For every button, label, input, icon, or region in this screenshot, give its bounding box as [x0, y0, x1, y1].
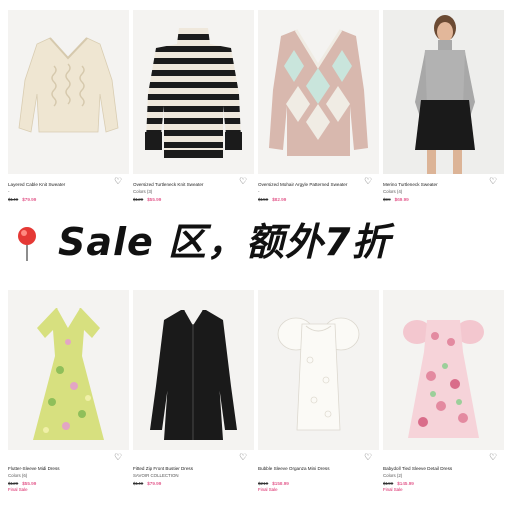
product-price: $159 $82.99	[258, 197, 379, 202]
product-price: $149 $79.99	[133, 481, 254, 486]
original-price: $159	[258, 196, 269, 202]
heart-icon[interactable]: ♡	[113, 452, 123, 462]
product-name[interactable]: Babydoll Tied Sleeve Detail Dress	[383, 466, 504, 471]
product-card[interactable]: ♡ Merino Turtleneck Sweater Colors (4) $…	[383, 10, 504, 202]
heart-icon[interactable]: ♡	[238, 176, 248, 186]
original-price: $129	[8, 480, 19, 486]
sale-price: $79.99	[22, 196, 37, 202]
original-price: $149	[8, 196, 19, 202]
product-card[interactable]: ♡ Layered Cable Knit Sweater - $149 $79.9…	[8, 10, 129, 202]
sale-price: $55.99	[147, 196, 162, 202]
sale-price: $69.99	[394, 196, 409, 202]
product-card[interactable]: ♡ Flutter-Sleeve Midi Dress Colors (6) $…	[8, 290, 129, 492]
product-price: $129 $55.99	[133, 197, 254, 202]
product-subtitle: Colors (2)	[383, 472, 403, 478]
product-image[interactable]	[383, 10, 504, 174]
heart-icon[interactable]: ♡	[363, 452, 373, 462]
product-image[interactable]	[383, 290, 504, 450]
product-image[interactable]	[133, 10, 254, 174]
heart-icon[interactable]: ♡	[488, 176, 498, 186]
product-image[interactable]	[258, 10, 379, 174]
heart-icon[interactable]: ♡	[363, 176, 373, 186]
original-price: $99	[383, 196, 391, 202]
product-subtitle: Colors (4)	[383, 188, 403, 194]
product-grid-bottom: ♡ Flutter-Sleeve Midi Dress Colors (6) $…	[8, 290, 504, 492]
original-price: $219	[258, 480, 269, 486]
product-price: $219 $158.99	[258, 481, 379, 486]
sale-price: $82.99	[272, 196, 287, 202]
product-name[interactable]: Oversized Turtleneck Knit Sweater	[133, 182, 254, 187]
product-image[interactable]	[258, 290, 379, 450]
product-price: $199 $145.99	[383, 481, 504, 486]
product-price: $129 $55.99	[8, 481, 129, 486]
product-name[interactable]: Flutter-Sleeve Midi Dress	[8, 466, 129, 471]
heart-icon[interactable]: ♡	[488, 452, 498, 462]
product-subtitle: Colors (6)	[8, 472, 28, 478]
product-name[interactable]: Bubble Sleeve Organza Mini Dress	[258, 466, 379, 471]
product-image[interactable]	[8, 10, 129, 174]
product-name[interactable]: Oversized Mohair Argyle Patterned Sweate…	[258, 182, 379, 187]
product-name[interactable]: Merino Turtleneck Sweater	[383, 182, 504, 187]
product-subtitle: SAVOIR COLLECTION	[133, 472, 179, 478]
product-price: $99 $69.99	[383, 197, 504, 202]
product-grid-top: ♡ Layered Cable Knit Sweater - $149 $79.9…	[8, 10, 504, 202]
product-image[interactable]	[8, 290, 129, 450]
product-image[interactable]	[133, 290, 254, 450]
sale-price: $79.99	[147, 480, 162, 486]
product-subtitle: -	[8, 188, 10, 194]
final-sale-tag: Final Sale	[8, 487, 28, 492]
product-subtitle	[258, 473, 379, 478]
heart-icon[interactable]: ♡	[238, 452, 248, 462]
original-price: $129	[133, 196, 144, 202]
product-card[interactable]: ♡ Bubble Sleeve Organza Mini Dress $219 $…	[258, 290, 379, 492]
heart-icon[interactable]: ♡	[113, 176, 123, 186]
product-card[interactable]: ♡ Oversized Turtleneck Knit Sweater Colo…	[133, 10, 254, 202]
sale-price: $158.99	[272, 480, 289, 486]
sale-price: $55.99	[22, 480, 37, 486]
product-card[interactable]: ♡ Oversized Mohair Argyle Patterned Swea…	[258, 10, 379, 202]
product-price: $149 $79.99	[8, 197, 129, 202]
product-card[interactable]: ♡ Babydoll Tied Sleeve Detail Dress Colo…	[383, 290, 504, 492]
product-name[interactable]: Layered Cable Knit Sweater	[8, 182, 129, 187]
product-name[interactable]: Fitted Zip Front Bustier Dress	[133, 466, 254, 471]
original-price: $199	[383, 480, 394, 486]
product-subtitle: Colors (3)	[133, 188, 153, 194]
product-subtitle: -	[258, 188, 260, 194]
product-card[interactable]: ♡ Fitted Zip Front Bustier Dress SAVOIR …	[133, 290, 254, 492]
final-sale-tag: Final Sale	[383, 487, 403, 492]
original-price: $149	[133, 480, 144, 486]
pushpin-icon	[18, 227, 36, 261]
final-sale-tag: Final Sale	[258, 487, 278, 492]
sale-price: $145.99	[397, 480, 414, 486]
banner-headline: Sale 区，额外7折	[58, 220, 391, 264]
